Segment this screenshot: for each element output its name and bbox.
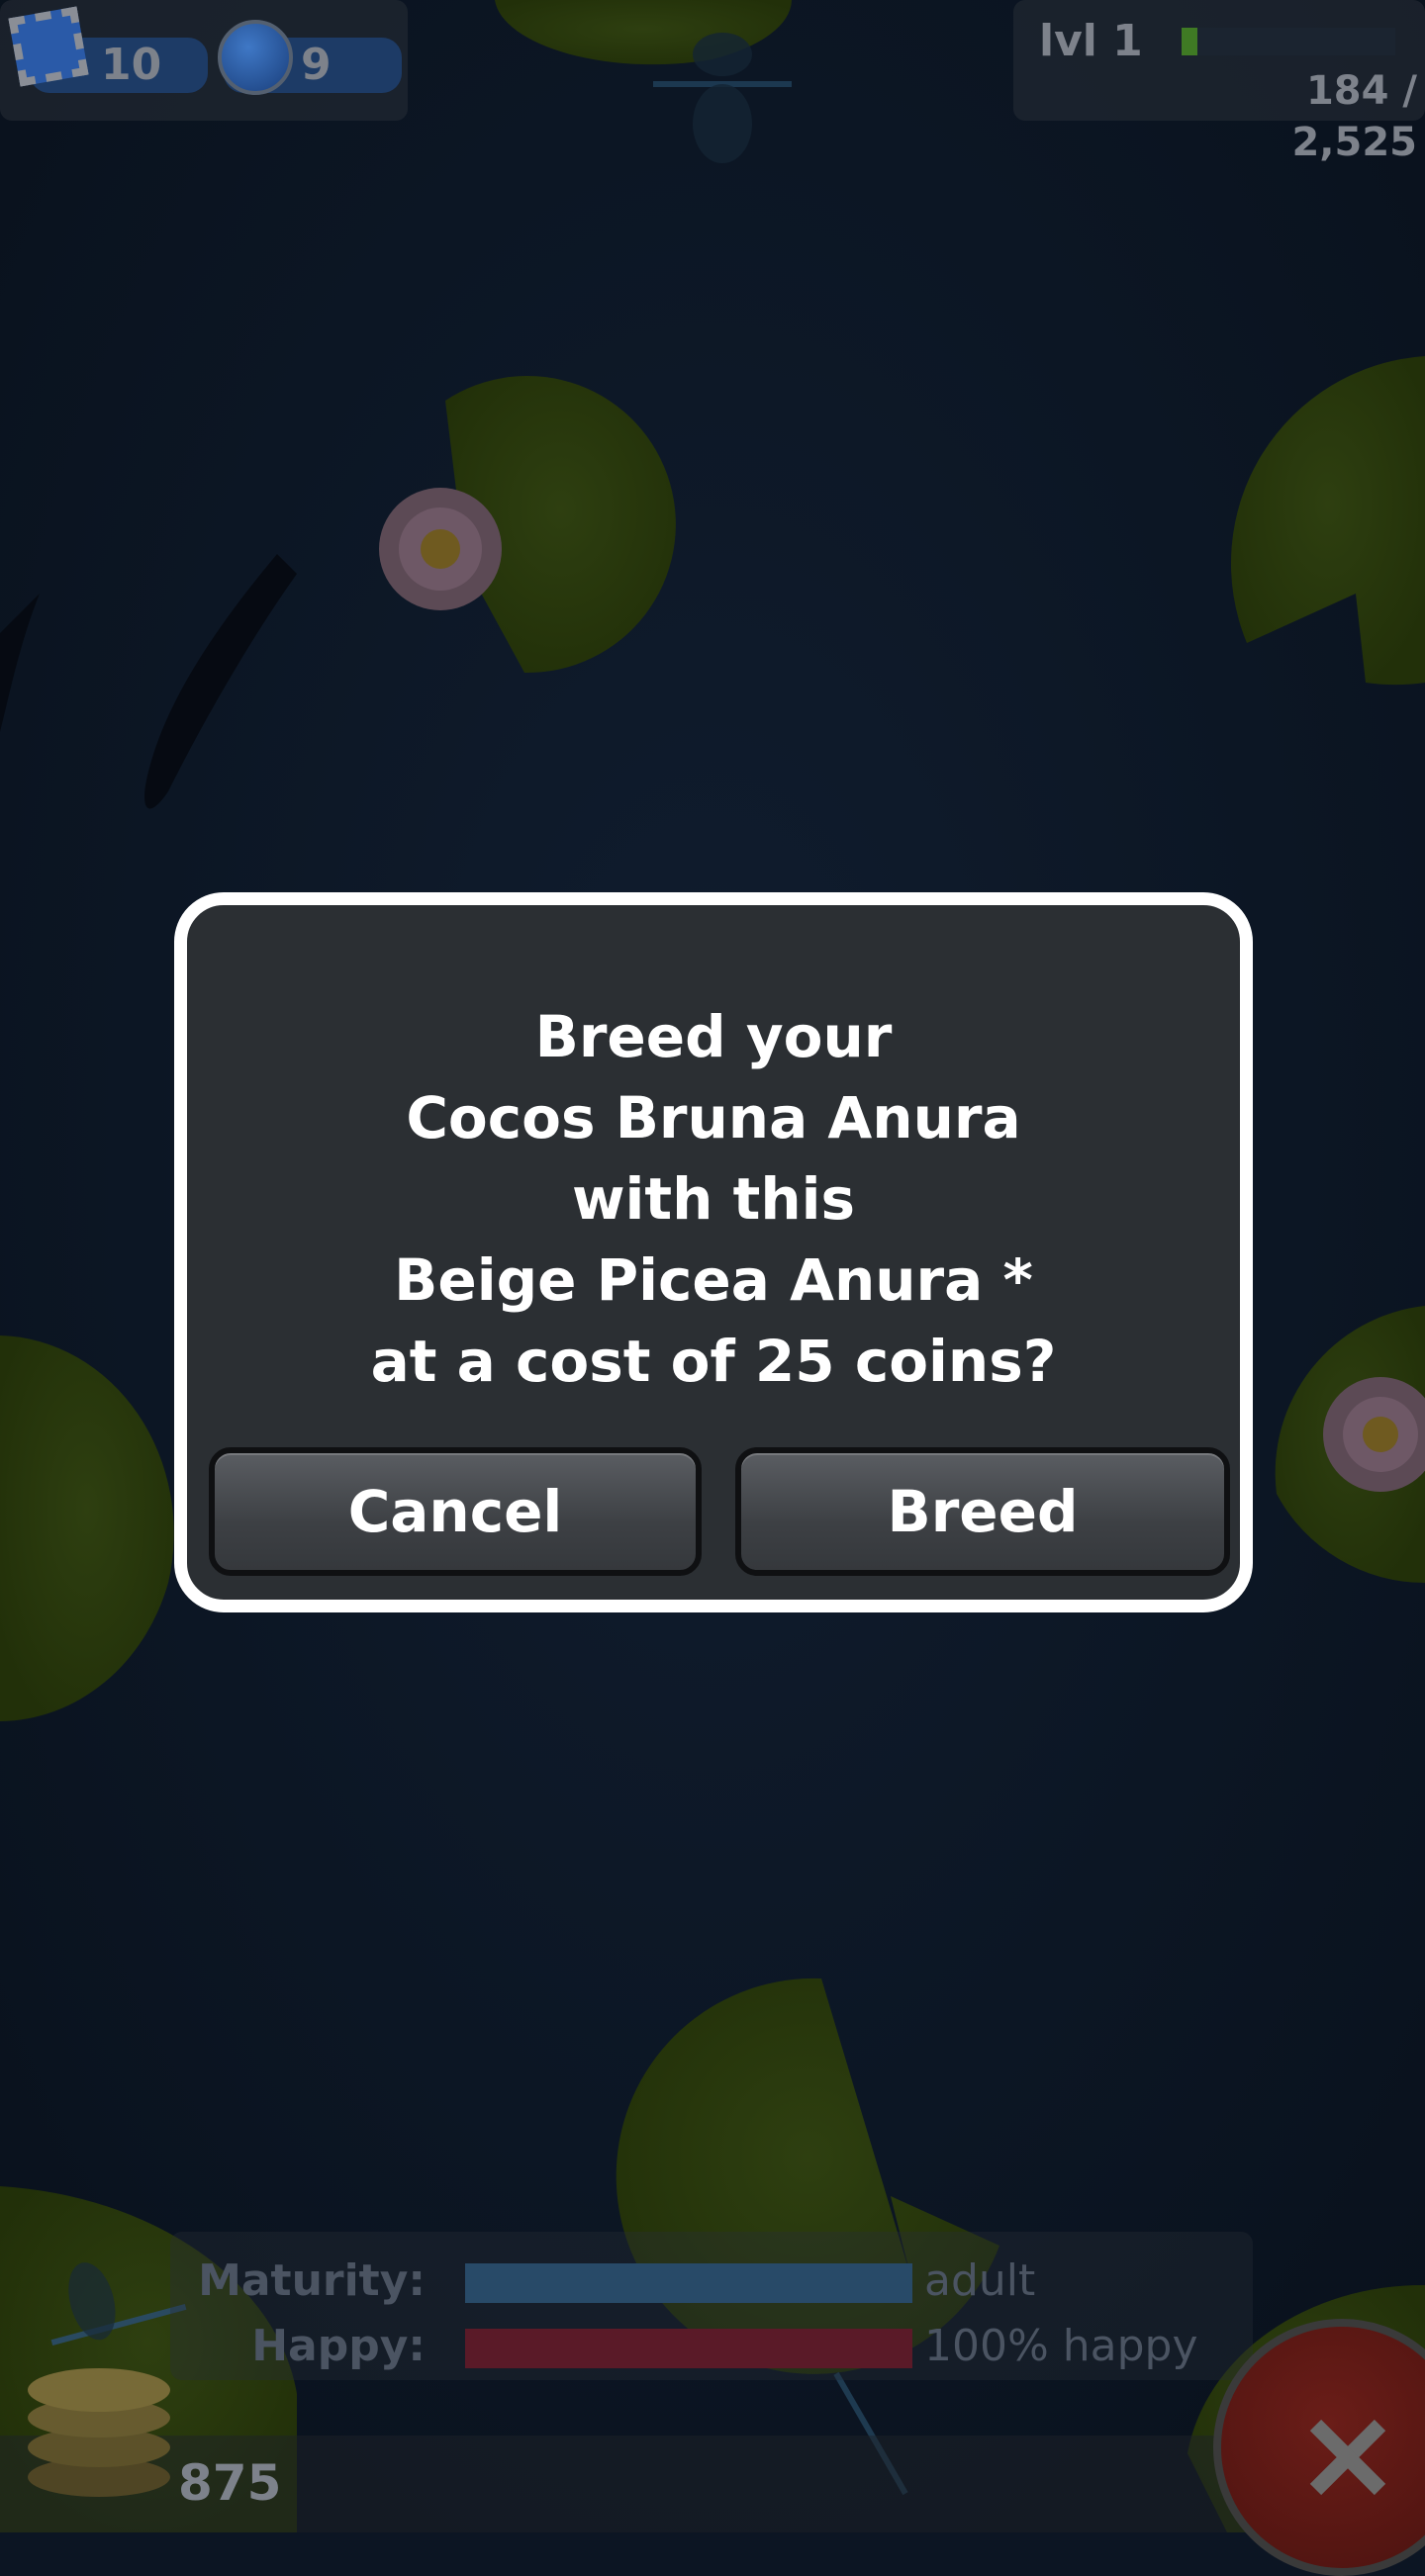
- level-label: lvl 1: [1039, 16, 1143, 66]
- maturity-bar-fill: [465, 2263, 912, 2303]
- stamp-icon[interactable]: [8, 6, 89, 87]
- gem-icon[interactable]: [218, 20, 293, 95]
- dialog-line: with this: [571, 1165, 856, 1233]
- cancel-button[interactable]: Cancel: [209, 1447, 702, 1576]
- lotus-flower-icon: [379, 488, 502, 610]
- xp-text: 184 / 2,525: [1291, 68, 1417, 165]
- dialog-line: at a cost of 25 coins?: [370, 1328, 1057, 1395]
- coin-stack-icon: [28, 2358, 170, 2507]
- maturity-label: Maturity:: [198, 2255, 426, 2306]
- happy-bar: [465, 2329, 912, 2368]
- stamps-count: 10: [101, 40, 162, 90]
- maturity-bar: [465, 2263, 912, 2303]
- breed-button[interactable]: Breed: [735, 1447, 1230, 1576]
- happy-label: Happy:: [251, 2321, 426, 2371]
- xp-bar-fill: [1182, 28, 1197, 55]
- dialog-line: Beige Picea Anura *: [394, 1246, 1033, 1314]
- dialog-line: Cocos Bruna Anura: [406, 1084, 1021, 1151]
- xp-bar: [1182, 28, 1395, 55]
- close-icon: [1308, 2418, 1387, 2497]
- happy-bar-fill: [465, 2329, 912, 2368]
- maturity-value: adult: [924, 2255, 1036, 2306]
- breed-dialog: Breed your Cocos Bruna Anura with this B…: [174, 892, 1253, 1612]
- dialog-line: Breed your: [534, 1003, 893, 1070]
- happy-value: 100% happy: [924, 2321, 1198, 2371]
- coins-count: 875: [178, 2454, 282, 2512]
- dialog-message: Breed your Cocos Bruna Anura with this B…: [187, 996, 1240, 1402]
- gems-count: 9: [301, 40, 332, 90]
